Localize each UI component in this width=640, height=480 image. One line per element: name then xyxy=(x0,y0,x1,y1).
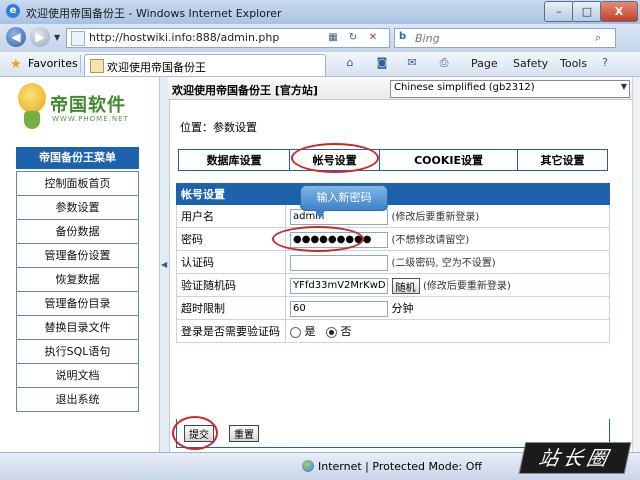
captcha-no-radio[interactable] xyxy=(326,326,337,338)
maximize-button[interactable]: □ xyxy=(572,1,602,22)
authcode-input[interactable] xyxy=(290,254,388,271)
captcha-no-label: 否 xyxy=(340,325,352,338)
sidebar-item-backup-config[interactable]: 管理备份设置 xyxy=(17,243,138,267)
logo-url: WWW.PHOME.NET xyxy=(52,115,129,123)
address-toolbar: ◀ ▶ ▼ http://hostwiki.info:888/admin.php… xyxy=(0,24,640,52)
highlight-ring-password xyxy=(272,226,364,252)
close-button[interactable]: X xyxy=(600,1,638,22)
timeout-input[interactable] xyxy=(290,300,388,317)
highlight-ring-submit xyxy=(172,416,218,450)
sidebar-item-logout[interactable]: 退出系统 xyxy=(17,387,138,411)
page-menu[interactable]: Page xyxy=(471,57,498,70)
sidebar-title: 帝国备份王菜单 xyxy=(16,147,139,169)
header-bar: 欢迎使用帝国备份王 [官方站] Chinese simplified (gb23… xyxy=(168,77,632,100)
watermark: 站长圈 xyxy=(518,442,632,474)
favorites-star-icon[interactable]: ★ xyxy=(10,57,22,72)
favorites-button[interactable]: Favorites xyxy=(28,57,78,70)
tab-title: 欢迎使用帝国备份王 xyxy=(107,61,206,74)
captcha-cell: 是 否 xyxy=(285,319,610,343)
mascot-body-icon xyxy=(24,111,40,129)
language-value: Chinese simplified (gb2312) xyxy=(394,82,535,93)
language-select[interactable]: Chinese simplified (gb2312) ▼ xyxy=(390,80,630,98)
search-field[interactable]: b ⌕ xyxy=(394,28,616,48)
back-button[interactable]: ◀ xyxy=(6,27,26,47)
feeds-icon[interactable]: ◙ xyxy=(374,56,390,71)
window-title: 欢迎使用帝国备份王 - Windows Internet Explorer xyxy=(26,7,282,20)
username-label: 用户名 xyxy=(176,204,286,228)
mascot-icon xyxy=(18,83,46,113)
form-heading: 帐号设置 xyxy=(176,183,610,205)
command-bar: ★ Favorites 欢迎使用帝国备份王 ⌂ ◙ ✉ ⎙ Page Safet… xyxy=(0,52,640,77)
callout-bubble: 输入新密码 xyxy=(300,185,388,211)
captcha-yes-radio[interactable] xyxy=(290,326,301,338)
reset-button[interactable]: 重置 xyxy=(229,425,259,442)
captcha-yes-label: 是 xyxy=(304,325,316,338)
compat-view-icon[interactable]: ▦ xyxy=(325,31,341,45)
stop-icon[interactable]: ✕ xyxy=(365,31,381,45)
random-code-input[interactable] xyxy=(290,277,388,294)
page-icon xyxy=(71,31,85,46)
status-text: Internet | Protected Mode: Off xyxy=(318,460,482,473)
toolbar-separator xyxy=(80,55,81,73)
authcode-label: 认证码 xyxy=(176,250,286,274)
sidebar-item-restore[interactable]: 恢复数据 xyxy=(17,267,138,291)
sidebar-item-run-sql[interactable]: 执行SQL语句 xyxy=(17,339,138,363)
search-icon[interactable]: ⌕ xyxy=(595,31,601,45)
password-label: 密码 xyxy=(176,227,286,251)
page-scrollbar[interactable] xyxy=(632,77,640,452)
collapse-arrow-icon[interactable]: ◀ xyxy=(161,260,167,269)
sidebar-item-backup-dirs[interactable]: 管理备份目录 xyxy=(17,291,138,315)
sidebar-item-replace-files[interactable]: 替换目录文件 xyxy=(17,315,138,339)
callout-tail xyxy=(314,209,326,219)
logo: 帝国软件 WWW.PHOME.NET xyxy=(0,77,159,147)
mail-icon[interactable]: ✉ xyxy=(404,56,420,71)
settings-tabs: 数据库设置 帐号设置 COOKIE设置 其它设置 xyxy=(177,149,609,171)
address-field[interactable]: http://hostwiki.info:888/admin.php ▦ ↻ ✕ xyxy=(66,28,390,48)
page-content: 帝国软件 WWW.PHOME.NET 帝国备份王菜单 控制面板首页 参数设置 备… xyxy=(0,77,632,452)
timeout-cell: 分钟 xyxy=(285,296,610,320)
forward-button[interactable]: ▶ xyxy=(30,27,50,47)
random-code-cell: 随机 (修改后要重新登录) xyxy=(285,273,610,297)
search-input[interactable] xyxy=(415,30,591,46)
window-titlebar: e 欢迎使用帝国备份王 - Windows Internet Explorer … xyxy=(0,0,640,24)
print-icon[interactable]: ⎙ xyxy=(436,56,452,71)
history-dropdown-icon[interactable]: ▼ xyxy=(54,33,60,42)
tab-cookie[interactable]: COOKIE设置 xyxy=(379,149,518,171)
header-title: 欢迎使用帝国备份王 [官方站] xyxy=(172,84,318,97)
sidebar-menu: 控制面板首页 参数设置 备份数据 管理备份设置 恢复数据 管理备份目录 替换目录… xyxy=(16,171,139,412)
account-form: 帐号设置 用户名 (修改后要重新登录) 密码 (不想修改请留空) 认证码 (二级… xyxy=(176,183,610,343)
tab-favicon-icon xyxy=(90,59,104,73)
password-hint: (不想修改请留空) xyxy=(391,234,470,246)
browser-tab[interactable]: 欢迎使用帝国备份王 xyxy=(84,54,326,76)
highlight-ring-tab xyxy=(291,143,379,173)
timeout-unit: 分钟 xyxy=(391,301,414,315)
tools-menu[interactable]: Tools xyxy=(560,57,587,70)
random-code-label: 验证随机码 xyxy=(176,273,286,297)
chevron-down-icon: ▼ xyxy=(620,82,627,91)
breadcrumb: 位置：参数设置 xyxy=(180,121,257,134)
authcode-cell: (二级密码, 空为不设置) xyxy=(285,250,610,274)
timeout-label: 超时限制 xyxy=(176,296,286,320)
globe-icon xyxy=(302,460,314,472)
bing-icon: b xyxy=(399,31,407,42)
captcha-label: 登录是否需要验证码 xyxy=(176,319,286,343)
tab-database[interactable]: 数据库设置 xyxy=(177,149,291,171)
authcode-hint: (二级密码, 空为不设置) xyxy=(391,257,496,269)
safety-menu[interactable]: Safety xyxy=(513,57,548,70)
home-icon[interactable]: ⌂ xyxy=(342,56,358,71)
sidebar-item-backup[interactable]: 备份数据 xyxy=(17,219,138,243)
refresh-icon[interactable]: ↻ xyxy=(345,31,361,45)
random-code-hint: (修改后要重新登录) xyxy=(423,280,511,292)
address-url[interactable]: http://hostwiki.info:888/admin.php xyxy=(89,31,279,44)
random-button[interactable]: 随机 xyxy=(391,277,420,294)
sidebar-item-dashboard[interactable]: 控制面板首页 xyxy=(17,171,138,195)
username-hint: (修改后要重新登录) xyxy=(391,211,480,223)
sidebar-item-settings[interactable]: 参数设置 xyxy=(17,195,138,219)
ie-logo-icon: e xyxy=(6,4,20,18)
tab-other[interactable]: 其它设置 xyxy=(516,149,609,171)
logo-text: 帝国软件 xyxy=(50,95,126,116)
help-icon[interactable]: ? xyxy=(597,56,613,71)
minimize-button[interactable]: – xyxy=(544,1,574,22)
sidebar-item-docs[interactable]: 说明文档 xyxy=(17,363,138,387)
